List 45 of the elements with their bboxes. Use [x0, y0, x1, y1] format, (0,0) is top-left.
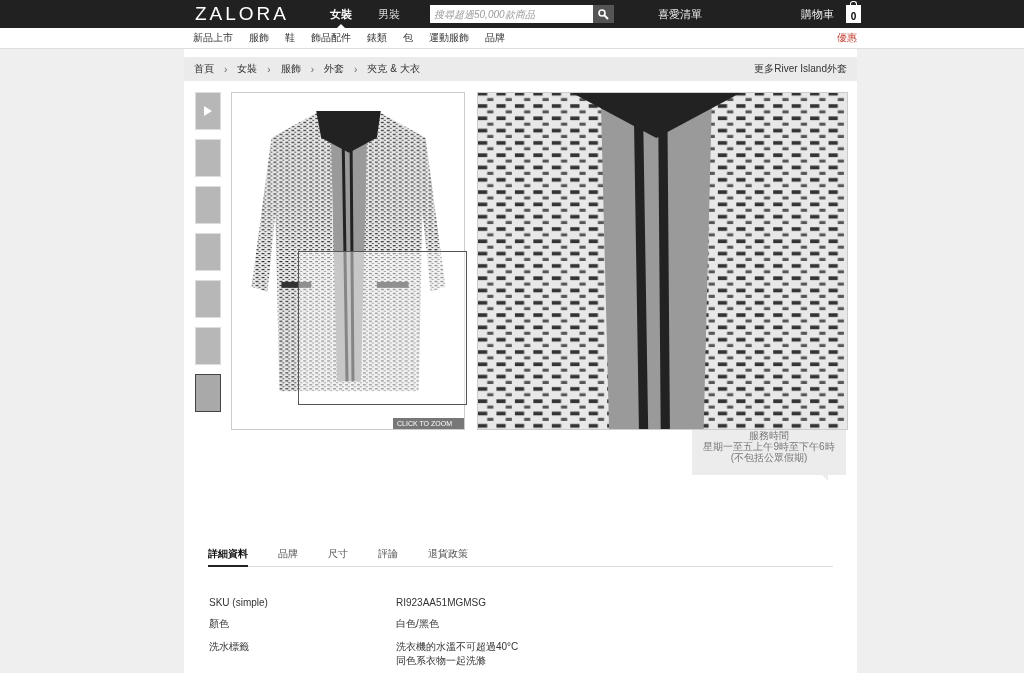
tooltip-text: 服務時間 — [748, 430, 789, 441]
nav-link[interactable]: 品牌 — [485, 31, 505, 45]
breadcrumb-separator: › — [310, 63, 315, 75]
detail-tab[interactable]: 品牌 — [278, 543, 298, 567]
zoom-lens[interactable] — [298, 251, 467, 405]
detail-value: 白色/黑色 — [396, 617, 439, 631]
nav-link[interactable]: 錶類 — [367, 31, 387, 45]
detail-tab[interactable]: 尺寸 — [328, 543, 348, 567]
detail-tab[interactable]: 詳細資料 — [208, 543, 248, 567]
breadcrumb-link[interactable]: 女裝 — [237, 62, 258, 76]
search-icon — [598, 8, 609, 20]
breadcrumb-separator: › — [267, 63, 271, 75]
search-field[interactable]: 搜尋超過50,000款商品 — [430, 5, 593, 23]
detail-tab[interactable]: 退貨政策 — [428, 543, 468, 567]
breadcrumb-separator: › — [224, 63, 228, 75]
breadcrumb-link[interactable]: 服飾 — [280, 62, 301, 76]
play-icon — [204, 106, 212, 116]
wishlist-link[interactable]: 喜愛清單 — [658, 6, 702, 22]
search-button[interactable] — [593, 5, 614, 23]
tooltip-text: 星期一至五上午9時至下午6時 — [702, 441, 836, 452]
detail-value: 洗衣機的水溫不可超過40°C — [396, 640, 519, 654]
detail-label: SKU (simple) — [209, 597, 269, 608]
nav-link[interactable]: 鞋 — [285, 31, 295, 45]
detail-label: 洗水標籤 — [209, 640, 250, 654]
breadcrumb-separator: › — [354, 63, 358, 75]
breadcrumb-link[interactable]: 夾克 & 大衣 — [367, 62, 420, 76]
detail-value: 同色系衣物一起洗滌 — [396, 654, 487, 668]
more-link[interactable]: 更多River Island外套 — [754, 62, 847, 76]
detail-label: 顏色 — [209, 617, 230, 631]
logo[interactable]: ZALORA — [195, 3, 330, 25]
cart-link[interactable]: 購物車 — [801, 6, 834, 22]
promo-link[interactable]: 優惠 — [837, 31, 857, 45]
nav-link[interactable]: 飾品配件 — [311, 31, 351, 45]
tooltip-text: (不包括公眾假期) — [729, 452, 808, 463]
detail-value: RI923AA51MGMSG — [396, 597, 487, 608]
nav-link[interactable]: 服飾 — [249, 31, 269, 45]
category-tab[interactable]: 女裝 — [330, 0, 352, 28]
breadcrumb-link[interactable]: 外套 — [324, 62, 345, 76]
breadcrumb-link[interactable]: 首頁 — [194, 62, 214, 76]
category-tab[interactable]: 男裝 — [378, 0, 400, 28]
nav-link[interactable]: 新品上市 — [193, 31, 233, 45]
nav-link[interactable]: 包 — [403, 31, 413, 45]
nav-link[interactable]: 運動服飾 — [429, 31, 469, 45]
thumbnail[interactable] — [195, 374, 221, 412]
detail-tab[interactable]: 評論 — [378, 543, 398, 567]
